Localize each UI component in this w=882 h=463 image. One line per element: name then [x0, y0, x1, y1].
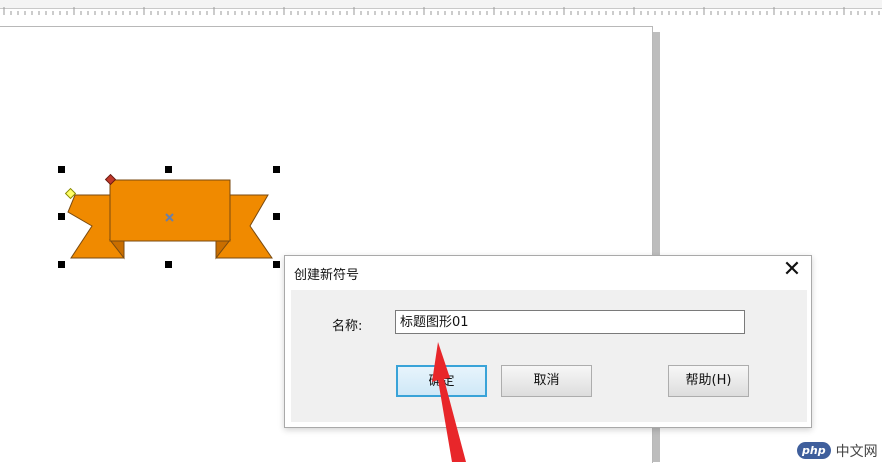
symbol-name-input[interactable]: 标题图形01	[395, 310, 745, 334]
close-icon[interactable]: ✕	[781, 258, 803, 282]
name-label: 名称:	[332, 319, 363, 334]
watermark-badge: php	[797, 442, 831, 459]
ribbon-center-band	[109, 179, 231, 242]
cancel-button[interactable]: 取消	[501, 365, 592, 397]
drawing-workspace[interactable]: 创建新符号 ✕ 名称: 标题图形01 确定 取消 帮助(H) php 中文网	[0, 0, 882, 463]
dialog-body: 名称: 标题图形01 确定 取消 帮助(H)	[291, 290, 807, 422]
site-watermark: php 中文网	[797, 439, 882, 462]
create-symbol-dialog: 创建新符号 ✕ 名称: 标题图形01 确定 取消 帮助(H)	[284, 255, 812, 428]
ok-button[interactable]: 确定	[396, 365, 487, 397]
ruler-ticks	[3, 7, 880, 15]
watermark-text: 中文网	[833, 440, 880, 461]
dialog-title: 创建新符号	[294, 268, 360, 283]
top-ruler	[0, 0, 882, 15]
help-button[interactable]: 帮助(H)	[668, 365, 749, 397]
